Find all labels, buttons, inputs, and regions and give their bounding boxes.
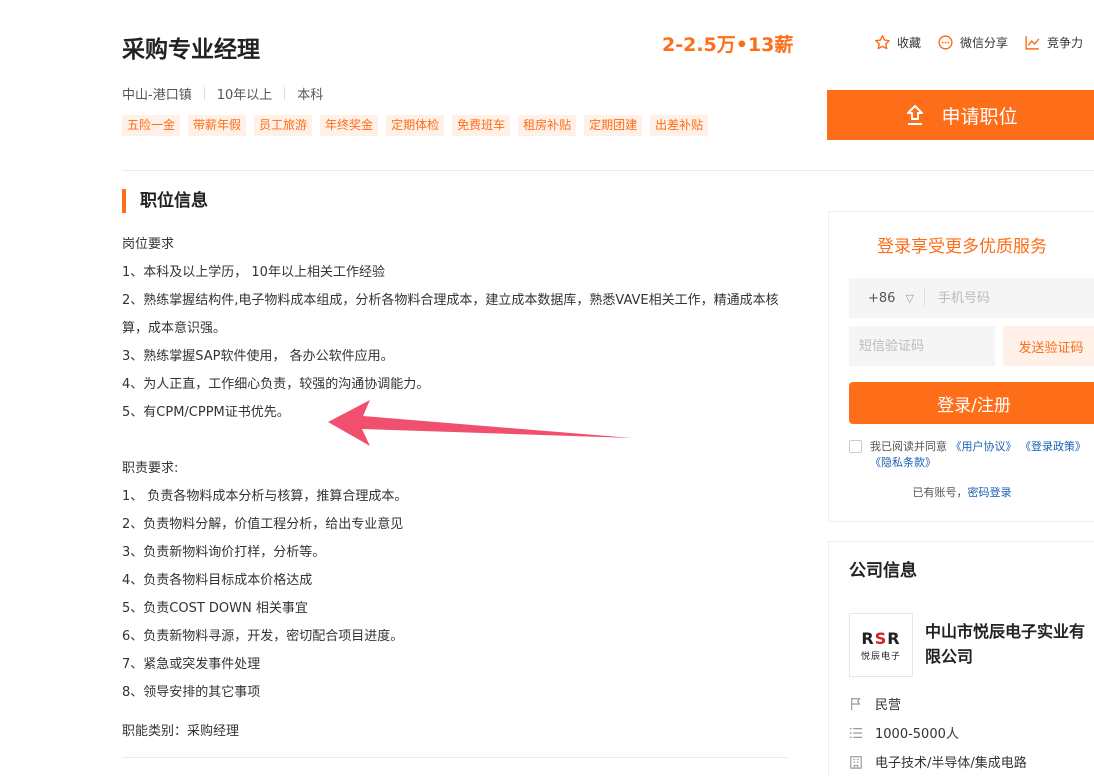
company-size: 1000-5000人 [849, 723, 959, 742]
apply-label: 申请职位 [941, 105, 1018, 128]
sms-code-input[interactable] [859, 338, 989, 354]
company-type: 民营 [849, 694, 901, 713]
benefit-tag: 租房补贴 [518, 115, 577, 136]
requirement-item: 2、熟练掌握结构件,电子物料成本组成，分析各物料合理成本，建立成本数据库，熟悉V… [122, 293, 779, 336]
benefit-tag: 年终奖金 [320, 115, 379, 136]
company-size-text: 1000-5000人 [875, 727, 959, 742]
phone-input[interactable] [937, 290, 1088, 306]
upload-icon [907, 105, 924, 125]
job-description: 岗位要求 1、本科及以上学历， 10年以上相关工作经验 2、熟练掌握结构件,电子… [122, 231, 790, 707]
benefit-tag: 员工旅游 [254, 115, 313, 136]
benefit-tag: 定期体检 [386, 115, 445, 136]
requirements-heading: 岗位要求 [122, 237, 175, 252]
duty-item: 5、负责COST DOWN 相关事宜 [122, 601, 308, 616]
function-category: 职能类别：采购经理 [122, 724, 240, 739]
annotation-arrow-icon [328, 400, 632, 446]
company-panel: 公司信息 RSR 悦辰电子 中山市悦辰电子实业有限公司 民营 1000-5000… [828, 541, 1094, 776]
duty-item: 4、负责各物料目标成本价格达成 [122, 573, 313, 588]
company-type-text: 民营 [875, 698, 902, 713]
login-title: 登录享受更多优质服务 [877, 237, 1047, 257]
privacy-terms-link[interactable]: 《隐私条款》 [870, 456, 936, 469]
agree-prefix: 我已阅读并同意 [870, 440, 947, 453]
job-experience: 10年以上 [216, 88, 273, 103]
duty-item: 7、紧急或突发事件处理 [122, 657, 261, 672]
requirement-item: 1、本科及以上学历， 10年以上相关工作经验 [122, 265, 385, 280]
country-code-select[interactable]: +86 [849, 291, 895, 306]
logo-wordmark: RSR [861, 628, 901, 648]
job-meta: 中山-港口镇 10年以上 本科 [122, 84, 323, 103]
meta-divider [284, 87, 286, 100]
benefit-tag: 带薪年假 [188, 115, 247, 136]
has-account-text: 已有账号， [912, 486, 968, 499]
sms-code-field [849, 326, 995, 366]
meta-divider [203, 87, 205, 100]
password-login-link[interactable]: 密码登录 [968, 486, 1012, 499]
duty-item: 8、领导安排的其它事项 [122, 685, 261, 700]
benefit-tags: 五险一金 带薪年假 员工旅游 年终奖金 定期体检 免费班车 租房补贴 定期团建 … [122, 115, 709, 136]
agreement-text: 我已阅读并同意 《用户协议》 《登录政策》 《隐私条款》 [870, 439, 1086, 471]
company-logo[interactable]: RSR 悦辰电子 [849, 613, 913, 677]
duties-heading: 职责要求: [122, 461, 179, 476]
building-icon [850, 755, 862, 769]
compete-label: 竞争力 [1047, 36, 1084, 50]
company-name-link[interactable]: 中山市悦辰电子实业有限公司 [925, 619, 1094, 669]
content-divider [122, 757, 788, 758]
favorite-button[interactable]: 收藏 [874, 34, 921, 51]
job-title: 采购专业经理 [122, 37, 260, 63]
list-icon [849, 727, 863, 738]
flag-icon [851, 697, 861, 710]
agree-checkbox[interactable] [849, 440, 862, 453]
field-divider [923, 289, 925, 307]
section-title: 职位信息 [122, 189, 208, 213]
benefit-tag: 免费班车 [452, 115, 511, 136]
header-divider [122, 170, 1094, 171]
logo-subtext: 悦辰电子 [860, 651, 901, 662]
chat-bubble-icon [938, 35, 953, 50]
job-location: 中山-港口镇 [122, 88, 192, 103]
salary: 2-2.5万•13薪 [662, 34, 794, 56]
apply-button[interactable]: 申请职位 [827, 90, 1094, 140]
has-account-row: 已有账号，密码登录 [829, 484, 1094, 500]
job-education: 本科 [297, 88, 324, 103]
login-policy-link[interactable]: 《登录政策》 [1020, 440, 1086, 453]
login-register-button[interactable]: 登录/注册 [849, 382, 1094, 424]
agreement-row: 我已阅读并同意 《用户协议》 《登录政策》 《隐私条款》 [849, 439, 1094, 471]
send-code-button[interactable]: 发送验证码 [1003, 326, 1094, 366]
compete-button[interactable]: 竞争力 [1024, 34, 1083, 51]
benefit-tag: 五险一金 [122, 115, 181, 136]
duty-item: 3、负责新物料询价打样，分析等。 [122, 545, 326, 560]
star-icon [875, 35, 890, 50]
phone-field: +86 ▽ [849, 278, 1094, 318]
wechat-share-label: 微信分享 [960, 36, 1009, 50]
company-section-title: 公司信息 [849, 561, 917, 581]
benefit-tag: 出差补贴 [650, 115, 709, 136]
requirement-item: 3、熟练掌握SAP软件使用， 各办公软件应用。 [122, 349, 394, 364]
duty-item: 6、负责新物料寻源，开发，密切配合项目进度。 [122, 629, 404, 644]
favorite-label: 收藏 [897, 36, 922, 50]
login-panel: 登录享受更多优质服务 +86 ▽ 发送验证码 登录/注册 我已阅读并同意 《用户… [828, 211, 1094, 522]
duty-item: 2、负责物料分解，价值工程分析，给出专业意见 [122, 517, 404, 532]
user-agreement-link[interactable]: 《用户协议》 [951, 440, 1017, 453]
chart-line-icon [1025, 36, 1040, 50]
wechat-share-button[interactable]: 微信分享 [937, 34, 1008, 51]
benefit-tag: 定期团建 [584, 115, 643, 136]
duty-item: 1、 负责各物料成本分析与核算，推算合理成本。 [122, 489, 408, 504]
chevron-down-icon[interactable]: ▽ [905, 292, 913, 305]
company-industry: 电子技术/半导体/集成电路 [849, 752, 1027, 771]
company-industry-text: 电子技术/半导体/集成电路 [875, 756, 1027, 771]
job-actions: 收藏 微信分享 竞争力 [874, 34, 1083, 51]
